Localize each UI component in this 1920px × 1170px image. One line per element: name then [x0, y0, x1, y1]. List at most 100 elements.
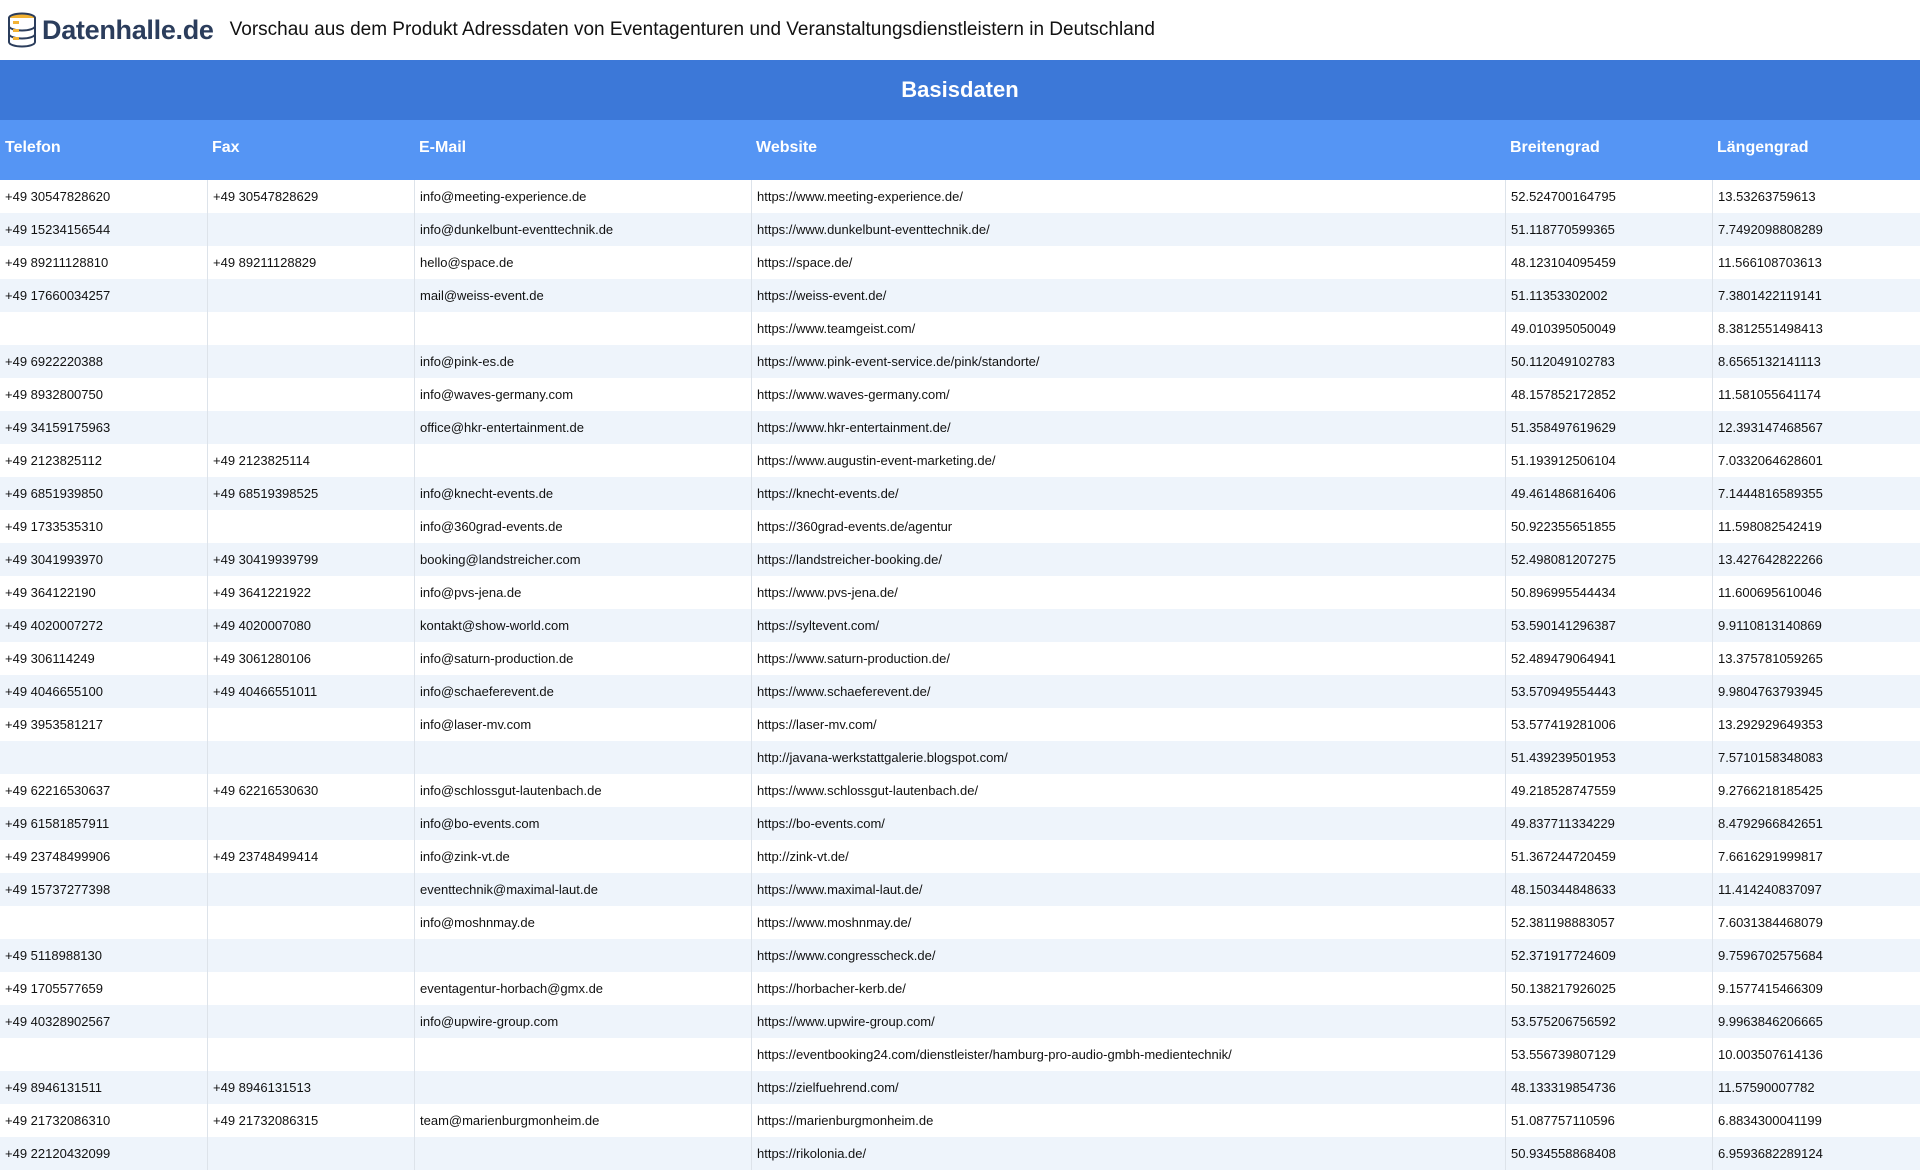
cell-website[interactable]: https://knecht-events.de/ [751, 477, 1505, 510]
cell-laengengrad: 11.600695610046 [1712, 576, 1920, 609]
table-row: +49 89211128810 +49 89211128829 hello@spac… [0, 246, 1920, 279]
cell-laengengrad: 9.2766218185425 [1712, 774, 1920, 807]
cell-email[interactable] [414, 1038, 751, 1071]
cell-website[interactable]: https://www.pvs-jena.de/ [751, 576, 1505, 609]
cell-email[interactable]: info@upwire-group.com [414, 1005, 751, 1038]
cell-email[interactable]: info@schaeferevent.de [414, 675, 751, 708]
cell-fax: +49 8946131513 [207, 1071, 414, 1104]
cell-website[interactable]: https://www.waves-germany.com/ [751, 378, 1505, 411]
table-row: +49 8946131511 +49 8946131513 https://ziel… [0, 1071, 1920, 1104]
cell-email[interactable] [414, 741, 751, 774]
cell-telefon: +49 15234156544 [5, 222, 111, 237]
cell-email[interactable]: info@saturn-production.de [414, 642, 751, 675]
cell-breitengrad: 52.489479064941 [1505, 642, 1712, 675]
cell-laengengrad: 9.9963846206665 [1712, 1005, 1920, 1038]
cell-email[interactable]: info@bo-events.com [414, 807, 751, 840]
table-row: +49 15737277398 eventtechnik@maximal-laut… [0, 873, 1920, 906]
column-header-email[interactable]: E-Mail [419, 120, 466, 180]
cell-website[interactable]: https://www.schaeferevent.de/ [751, 675, 1505, 708]
cell-email[interactable]: info@laser-mv.com [414, 708, 751, 741]
column-header-breitengrad[interactable]: Breitengrad [1510, 120, 1600, 180]
cell-website[interactable]: https://rikolonia.de/ [751, 1137, 1505, 1170]
cell-fax: +49 23748499414 [207, 840, 414, 873]
cell-email[interactable]: info@pink-es.de [414, 345, 751, 378]
cell-website[interactable]: https://www.hkr-entertainment.de/ [751, 411, 1505, 444]
cell-website[interactable]: http://javana-werkstattgalerie.blogspot.… [751, 741, 1505, 774]
cell-website[interactable]: https://horbacher-kerb.de/ [751, 972, 1505, 1005]
cell-website[interactable]: https://laser-mv.com/ [751, 708, 1505, 741]
cell-email[interactable]: eventagentur-horbach@gmx.de [414, 972, 751, 1005]
table-row: +49 4020007272 +49 4020007080 kontakt@show… [0, 609, 1920, 642]
cell-website[interactable]: https://bo-events.com/ [751, 807, 1505, 840]
cell-email[interactable] [414, 1071, 751, 1104]
cell-email[interactable]: info@waves-germany.com [414, 378, 751, 411]
cell-email[interactable]: booking@landstreicher.com [414, 543, 751, 576]
column-header-fax[interactable]: Fax [212, 120, 240, 180]
cell-email[interactable]: eventtechnik@maximal-laut.de [414, 873, 751, 906]
cell-email[interactable]: info@zink-vt.de [414, 840, 751, 873]
cell-telefon: +49 4046655100 [5, 684, 103, 699]
cell-website[interactable]: https://www.congresscheck.de/ [751, 939, 1505, 972]
cell-email[interactable]: info@dunkelbunt-eventtechnik.de [414, 213, 751, 246]
cell-laengengrad: 9.1577415466309 [1712, 972, 1920, 1005]
column-header-laengengrad[interactable]: Längengrad [1717, 120, 1809, 180]
cell-email[interactable]: kontakt@show-world.com [414, 609, 751, 642]
cell-website[interactable]: https://www.schlossgut-lautenbach.de/ [751, 774, 1505, 807]
column-header-row: Telefon Fax E-Mail Website Breitengrad L… [0, 120, 1920, 180]
cell-website[interactable]: https://www.augustin-event-marketing.de/ [751, 444, 1505, 477]
cell-website[interactable]: https://www.maximal-laut.de/ [751, 873, 1505, 906]
cell-website[interactable]: https://www.teamgeist.com/ [751, 312, 1505, 345]
cell-email[interactable] [414, 939, 751, 972]
cell-website[interactable]: https://www.pink-event-service.de/pink/s… [751, 345, 1505, 378]
cell-laengengrad: 12.393147468567 [1712, 411, 1920, 444]
cell-website[interactable]: https://weiss-event.de/ [751, 279, 1505, 312]
cell-website[interactable]: https://360grad-events.de/agentur [751, 510, 1505, 543]
cell-breitengrad: 51.087757110596 [1505, 1104, 1712, 1137]
cell-email[interactable]: info@knecht-events.de [414, 477, 751, 510]
cell-website[interactable]: https://www.upwire-group.com/ [751, 1005, 1505, 1038]
logo[interactable]: Datenhalle.de [6, 10, 214, 50]
cell-breitengrad: 53.577419281006 [1505, 708, 1712, 741]
column-header-telefon[interactable]: Telefon [5, 120, 61, 180]
cell-website[interactable]: https://eventbooking24.com/dienstleister… [751, 1038, 1505, 1071]
column-header-website[interactable]: Website [756, 120, 817, 180]
cell-laengengrad: 11.414240837097 [1712, 873, 1920, 906]
table-body: +49 30547828620 +49 30547828629 info@meeti… [0, 180, 1920, 1170]
cell-email[interactable]: hello@space.de [414, 246, 751, 279]
table-row: +49 17660034257 mail@weiss-event.de https:… [0, 279, 1920, 312]
cell-email[interactable]: info@360grad-events.de [414, 510, 751, 543]
cell-email[interactable]: info@moshnmay.de [414, 906, 751, 939]
cell-email[interactable] [414, 312, 751, 345]
table-row: +49 22120432099 https://rikolonia.de/50.9… [0, 1137, 1920, 1170]
cell-website[interactable]: https://www.saturn-production.de/ [751, 642, 1505, 675]
cell-email[interactable]: mail@weiss-event.de [414, 279, 751, 312]
cell-website[interactable]: https://zielfuehrend.com/ [751, 1071, 1505, 1104]
cell-telefon: +49 364122190 [5, 585, 96, 600]
cell-fax [207, 741, 414, 774]
cell-email[interactable]: info@meeting-experience.de [414, 180, 751, 213]
cell-website[interactable]: https://www.moshnmay.de/ [751, 906, 1505, 939]
cell-fax [207, 939, 414, 972]
cell-email[interactable] [414, 1137, 751, 1170]
cell-telefon: +49 62216530637 [5, 783, 111, 798]
cell-email[interactable]: team@marienburgmonheim.de [414, 1104, 751, 1137]
cell-fax: +49 30419939799 [207, 543, 414, 576]
cell-website[interactable]: https://space.de/ [751, 246, 1505, 279]
cell-email[interactable] [414, 444, 751, 477]
cell-email[interactable]: office@hkr-entertainment.de [414, 411, 751, 444]
cell-website[interactable]: https://www.dunkelbunt-eventtechnik.de/ [751, 213, 1505, 246]
cell-website[interactable]: https://www.meeting-experience.de/ [751, 180, 1505, 213]
table-row: +49 40328902567 info@upwire-group.com http… [0, 1005, 1920, 1038]
table-row: info@moshnmay.de https://www.moshnmay.de/… [0, 906, 1920, 939]
cell-telefon: +49 30547828620 [5, 189, 111, 204]
cell-email[interactable]: info@pvs-jena.de [414, 576, 751, 609]
cell-laengengrad: 13.53263759613 [1712, 180, 1920, 213]
cell-website[interactable]: http://zink-vt.de/ [751, 840, 1505, 873]
cell-breitengrad: 48.157852172852 [1505, 378, 1712, 411]
cell-laengengrad: 8.6565132141113 [1712, 345, 1920, 378]
cell-website[interactable]: https://marienburgmonheim.de [751, 1104, 1505, 1137]
cell-fax [207, 807, 414, 840]
cell-email[interactable]: info@schlossgut-lautenbach.de [414, 774, 751, 807]
cell-website[interactable]: https://syltevent.com/ [751, 609, 1505, 642]
cell-website[interactable]: https://landstreicher-booking.de/ [751, 543, 1505, 576]
